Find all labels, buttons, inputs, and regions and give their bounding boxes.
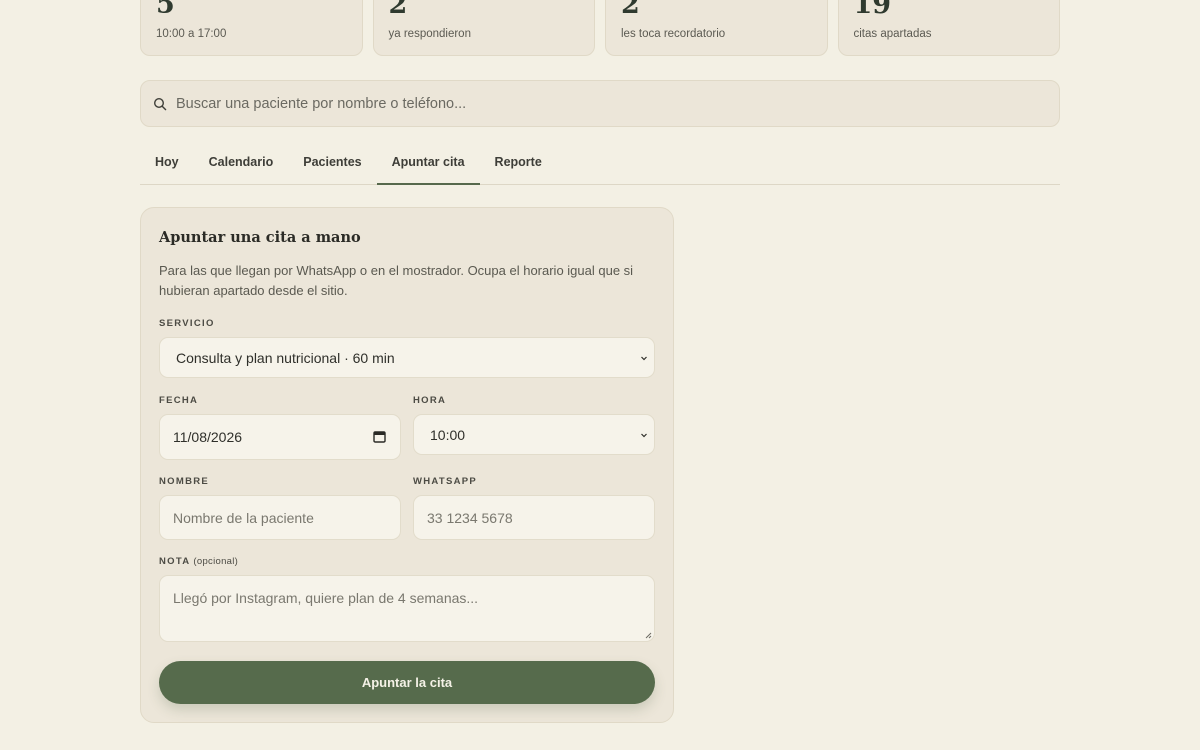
stat-card-horario: 5 10:00 a 17:00: [140, 0, 363, 56]
servicio-select[interactable]: Consulta y plan nutricional · 60 min: [159, 337, 655, 378]
fecha-label: Fecha: [159, 395, 199, 406]
hora-select[interactable]: 10:00: [413, 414, 655, 455]
hora-value: 10:00: [430, 426, 466, 443]
whatsapp-label: WhatsApp: [413, 476, 478, 487]
stat-label: ya respondieron: [388, 28, 471, 40]
stat-label: 10:00 a 17:00: [156, 28, 227, 40]
whatsapp-placeholder: 33 1234 5678: [427, 509, 513, 526]
nombre-placeholder: Nombre de la paciente: [173, 509, 314, 526]
tab-calendario[interactable]: Calendario: [194, 142, 289, 185]
stat-card-respondieron: 2 ya respondieron: [372, 0, 595, 56]
stats-row: 5 10:00 a 17:00 2 ya respondieron 2 les …: [140, 0, 1060, 56]
submit-button[interactable]: Apuntar la cita: [159, 661, 655, 704]
chevron-down-icon: [641, 356, 647, 360]
tab-bar: Hoy Calendario Pacientes Apuntar cita Re…: [140, 142, 1060, 185]
nota-textarea[interactable]: Llegó por Instagram, quiere plan de 4 se…: [159, 575, 655, 642]
fecha-value: 11/08/2026: [173, 429, 243, 445]
stat-number: 5: [156, 0, 175, 20]
form-title: Apuntar una cita a mano: [159, 229, 361, 246]
servicio-value: Consulta y plan nutricional · 60 min: [176, 349, 395, 366]
calendar-icon[interactable]: [373, 430, 386, 443]
nota-optional-hint: (opcional): [193, 556, 239, 567]
nombre-label: Nombre: [159, 476, 210, 487]
tab-apuntar-cita[interactable]: Apuntar cita: [376, 142, 480, 185]
stat-card-citas: 19 citas apartadas: [837, 0, 1060, 56]
fecha-input[interactable]: 11/08/2026: [159, 414, 401, 460]
appointment-form-card: Apuntar una cita a mano Para las que lle…: [140, 207, 674, 723]
stat-label: citas apartadas: [853, 28, 932, 40]
resize-handle-icon[interactable]: [645, 632, 652, 639]
tab-hoy[interactable]: Hoy: [140, 142, 194, 185]
servicio-label: Servicio: [159, 318, 215, 329]
stat-number: 2: [621, 0, 640, 20]
search-bar[interactable]: [140, 80, 1060, 127]
tab-pacientes[interactable]: Pacientes: [288, 142, 376, 185]
search-input[interactable]: [176, 95, 1036, 112]
form-description: Para las que llegan por WhatsApp o en el…: [159, 263, 634, 298]
tab-reporte[interactable]: Reporte: [480, 142, 557, 185]
stat-label: les toca recordatorio: [621, 28, 726, 40]
nota-label: Nota (opcional): [159, 556, 238, 567]
nota-placeholder: Llegó por Instagram, quiere plan de 4 se…: [173, 590, 479, 606]
nota-label-text: Nota: [159, 556, 191, 567]
nombre-field[interactable]: Nombre de la paciente: [159, 495, 401, 540]
stat-card-recordatorio: 2 les toca recordatorio: [605, 0, 828, 56]
stat-number: 19: [853, 0, 892, 20]
hora-label: Hora: [413, 395, 447, 406]
whatsapp-field[interactable]: 33 1234 5678: [413, 495, 655, 540]
chevron-down-icon: [641, 433, 647, 437]
search-icon: [153, 97, 167, 110]
stat-number: 2: [388, 0, 408, 20]
page: 5 10:00 a 17:00 2 ya respondieron 2 les …: [0, 0, 1200, 750]
